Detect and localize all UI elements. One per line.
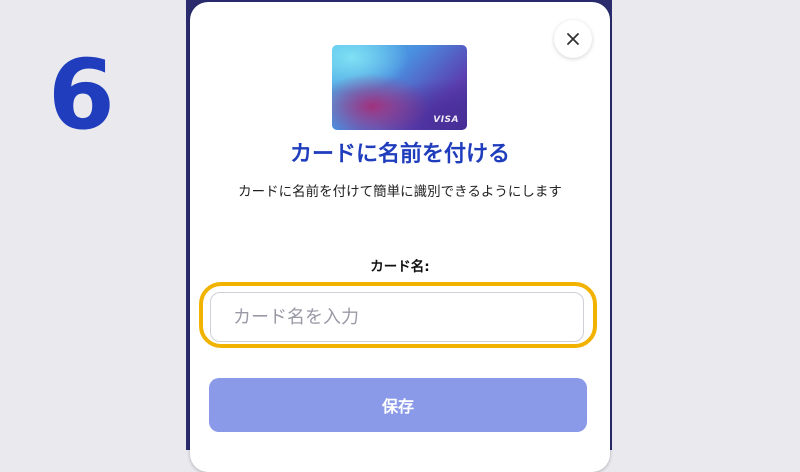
rename-card-dialog: VISA カードに名前を付ける カードに名前を付けて簡単に識別できるようにします… — [190, 2, 610, 472]
step-number: 6 — [48, 39, 115, 151]
close-icon — [567, 33, 579, 45]
save-button[interactable]: 保存 — [209, 378, 587, 432]
card-brand-logo: VISA — [433, 115, 459, 125]
card-image: VISA — [332, 45, 467, 130]
card-name-label: カード名: — [370, 259, 430, 275]
card-name-input[interactable] — [210, 292, 584, 342]
dialog-description: カードに名前を付けて簡単に識別できるようにします — [238, 184, 562, 200]
dialog-title: カードに名前を付ける — [289, 142, 510, 167]
close-button[interactable] — [554, 20, 592, 58]
